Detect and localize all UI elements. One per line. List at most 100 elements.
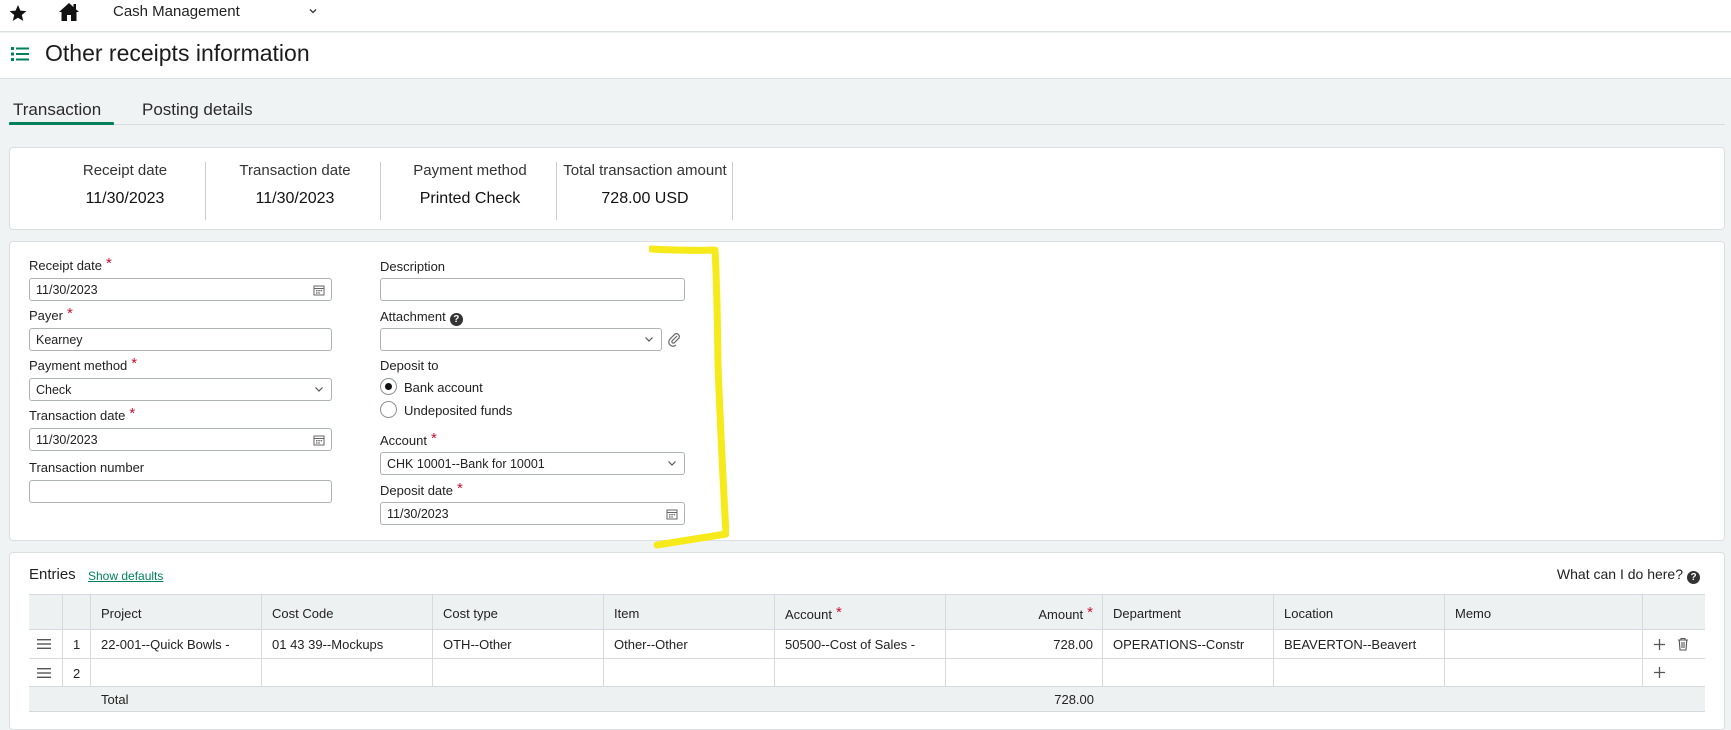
description-input[interactable] <box>380 278 685 301</box>
summary-label: Transaction date <box>239 162 351 179</box>
receipt-date-input[interactable]: 11/30/2023 <box>29 278 332 301</box>
bank-account-radio[interactable] <box>380 378 397 395</box>
deposit-date-input[interactable]: 11/30/2023 <box>380 502 685 525</box>
help-icon[interactable]: ? <box>449 313 463 326</box>
transaction-number-input[interactable] <box>29 480 332 503</box>
table-row: 1 22-001--Quick Bowls - 01 43 39--Mockup… <box>29 630 1705 659</box>
page-title: Other receipts information <box>45 40 310 66</box>
summary-receipt-date: Receipt date 11/30/2023 <box>50 162 200 220</box>
column-header-cost-type[interactable]: Cost type <box>433 595 604 629</box>
payer-input[interactable]: Kearney <box>29 328 332 351</box>
row-number: 1 <box>63 630 91 658</box>
show-defaults-link[interactable]: Show defaults <box>88 569 163 583</box>
cell-location[interactable]: BEAVERTON--Beavert <box>1274 630 1445 658</box>
table-row: 2 <box>29 659 1705 687</box>
column-header-item[interactable]: Item <box>604 595 775 629</box>
total-amount: 728.00 <box>1054 692 1094 707</box>
payment-method-label: Payment method * <box>29 355 138 373</box>
cell-amount[interactable] <box>946 659 1103 686</box>
summary-divider <box>205 162 206 220</box>
transaction-number-label: Transaction number <box>29 460 145 475</box>
list-icon[interactable] <box>10 45 30 63</box>
cell-account[interactable]: 50500--Cost of Sales - <box>775 630 946 658</box>
cell-account[interactable] <box>775 659 946 686</box>
summary-value: Printed Check <box>419 190 521 207</box>
row-actions <box>1643 659 1705 686</box>
payer-label: Payer * <box>29 305 73 323</box>
highlight-bracket-annotation <box>649 245 729 549</box>
cell-cost-type[interactable]: OTH--Other <box>433 630 604 658</box>
home-icon[interactable] <box>57 1 81 23</box>
calendar-icon[interactable] <box>313 434 325 446</box>
top-bar: Cash Management <box>0 0 1731 32</box>
undeposited-funds-label: Undeposited funds <box>404 403 513 418</box>
add-row-icon[interactable] <box>1653 666 1666 679</box>
column-header-memo[interactable]: Memo <box>1445 595 1643 629</box>
deposit-to-label: Deposit to <box>380 358 439 373</box>
summary-label: Total transaction amount <box>563 162 727 179</box>
row-number: 2 <box>63 659 91 686</box>
entries-title: Entries <box>29 566 76 583</box>
summary-label: Receipt date <box>82 162 168 179</box>
drag-handle-cell[interactable] <box>29 630 63 658</box>
help-icon[interactable]: ? <box>1687 571 1700 584</box>
tab-transaction[interactable]: Transaction <box>13 100 101 120</box>
help-link[interactable]: What can I do here?? <box>1557 566 1700 584</box>
column-header-location[interactable]: Location <box>1274 595 1445 629</box>
cell-item[interactable]: Other--Other <box>604 630 775 658</box>
summary-payment-method: Payment method Printed Check <box>390 162 550 220</box>
summary-divider <box>380 162 381 220</box>
cell-location[interactable] <box>1274 659 1445 686</box>
cell-cost-code[interactable] <box>262 659 433 686</box>
account-label: Account * <box>380 430 437 448</box>
cell-cost-type[interactable] <box>433 659 604 686</box>
cell-department[interactable] <box>1103 659 1274 686</box>
receipt-form: Receipt date * 11/30/2023 Payer * Kearney … <box>9 241 1725 541</box>
cell-memo[interactable] <box>1445 630 1643 658</box>
undeposited-funds-radio[interactable] <box>380 401 397 418</box>
entries-card: Entries Show defaults What can I do here… <box>9 552 1725 730</box>
module-selector[interactable]: Cash Management <box>113 3 240 20</box>
chevron-down-icon[interactable] <box>307 5 319 17</box>
attachment-select[interactable] <box>380 328 662 351</box>
drag-handle-icon[interactable] <box>37 668 51 678</box>
add-row-icon[interactable] <box>1653 638 1666 651</box>
cell-project[interactable]: 22-001--Quick Bowls - <box>91 630 262 658</box>
actions-column-header <box>1643 595 1705 629</box>
total-label: Total <box>101 692 129 707</box>
total-row: Total 728.00 <box>29 687 1705 712</box>
tab-posting-details[interactable]: Posting details <box>142 100 253 120</box>
cell-amount[interactable]: 728.00 <box>946 630 1103 658</box>
cell-project[interactable] <box>91 659 262 686</box>
calendar-icon[interactable] <box>313 284 325 296</box>
deposit-date-label: Deposit date * <box>380 480 463 498</box>
description-label: Description <box>380 259 446 274</box>
trash-icon[interactable] <box>1677 637 1689 651</box>
cell-department[interactable]: OPERATIONS--Constr <box>1103 630 1274 658</box>
column-header-project[interactable]: Project <box>91 595 262 629</box>
transaction-date-label: Transaction date * <box>29 405 136 423</box>
transaction-date-input[interactable]: 11/30/2023 <box>29 428 332 451</box>
summary-label: Payment method <box>413 162 527 179</box>
star-icon[interactable] <box>8 3 28 23</box>
summary-total-amount: Total transaction amount 728.00 USD <box>560 162 730 220</box>
drag-handle-cell[interactable] <box>29 659 63 686</box>
chevron-down-icon[interactable] <box>314 386 324 393</box>
tab-bar: Transaction Posting details <box>0 80 1731 126</box>
active-tab-indicator <box>9 122 114 125</box>
payment-method-select[interactable]: Check <box>29 378 332 401</box>
column-header-account[interactable]: Account * <box>775 595 946 629</box>
cell-memo[interactable] <box>1445 659 1643 686</box>
account-select[interactable]: CHK 10001--Bank for 10001 <box>380 452 685 475</box>
cell-item[interactable] <box>604 659 775 686</box>
cell-cost-code[interactable]: 01 43 39--Mockups <box>262 630 433 658</box>
summary-transaction-date: Transaction date 11/30/2023 <box>215 162 375 220</box>
column-header-amount[interactable]: Amount * <box>946 595 1103 629</box>
tab-divider <box>9 124 1725 125</box>
column-header-department[interactable]: Department <box>1103 595 1274 629</box>
summary-value: 11/30/2023 <box>85 190 165 207</box>
drag-handle-icon[interactable] <box>37 639 51 649</box>
summary-value: 11/30/2023 <box>255 190 335 207</box>
drag-column-header <box>29 595 63 629</box>
column-header-cost-code[interactable]: Cost Code <box>262 595 433 629</box>
